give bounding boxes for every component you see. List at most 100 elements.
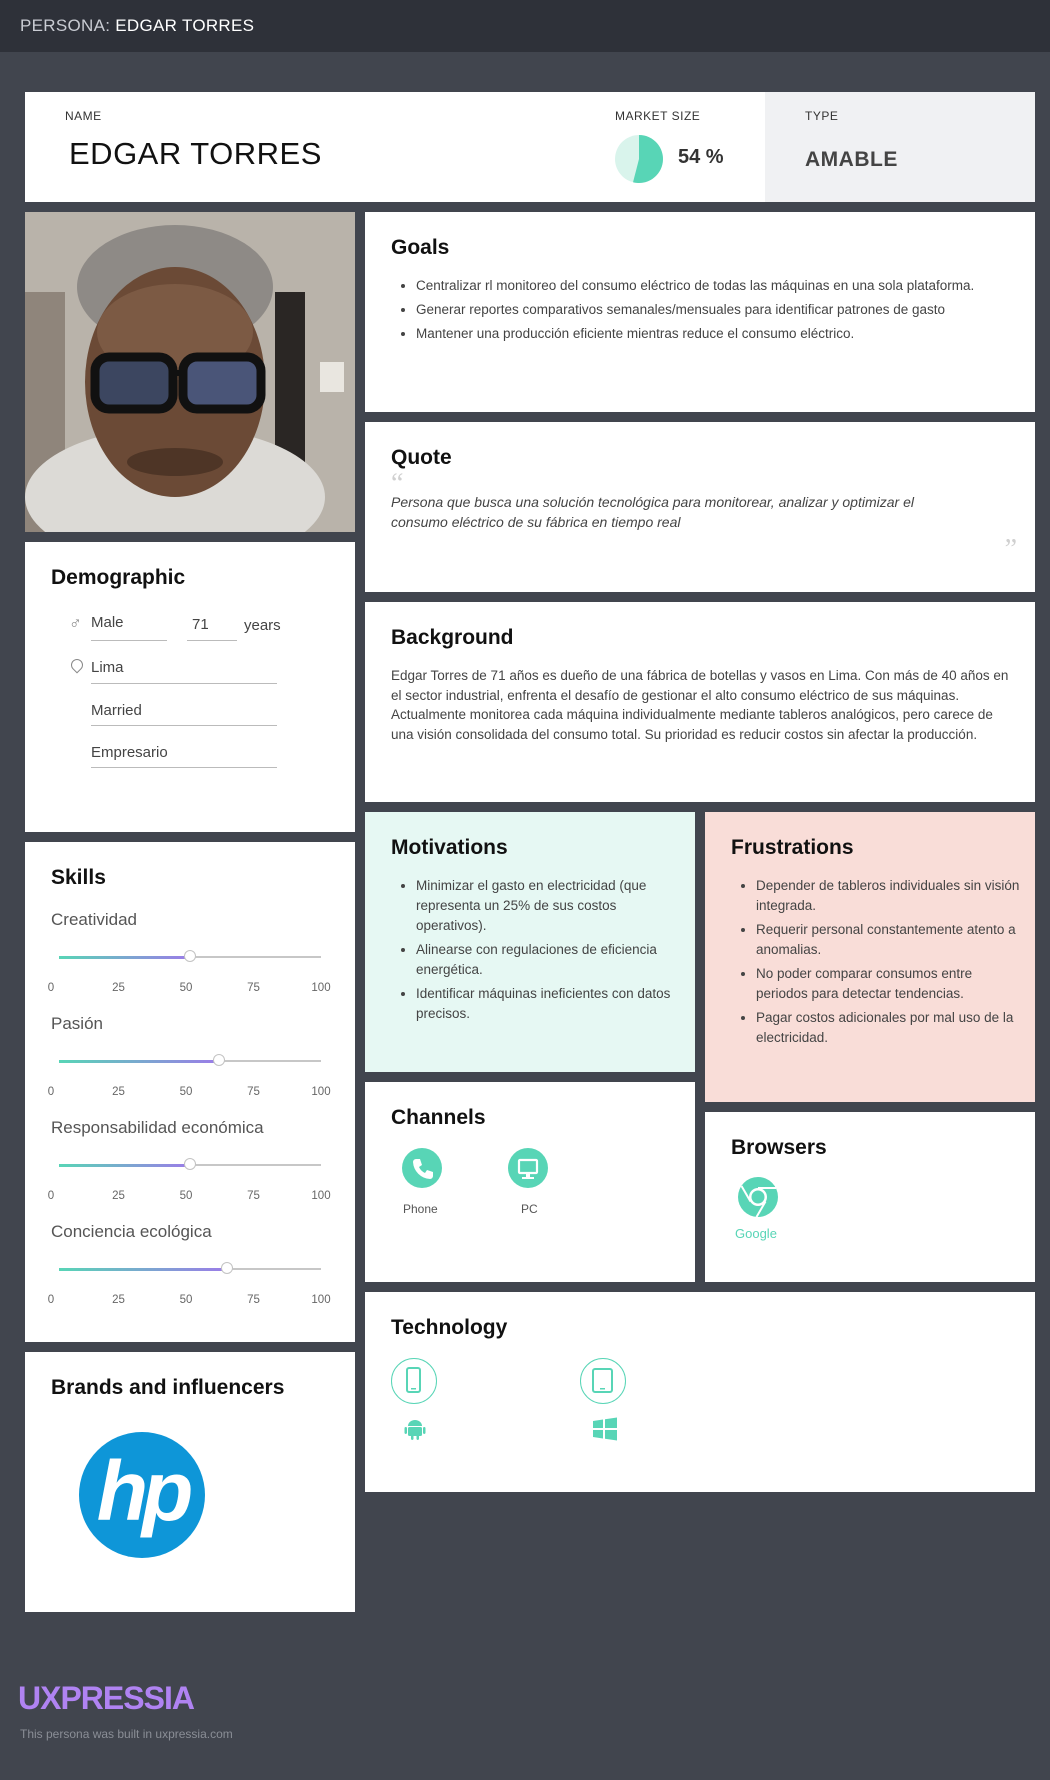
skill-slider-track[interactable] bbox=[59, 1158, 321, 1170]
brands-title: Brands and influencers bbox=[51, 1376, 285, 1399]
type-panel: TYPE AMABLE bbox=[765, 92, 1035, 202]
location-field: Lima bbox=[91, 659, 124, 676]
skill-tick-label: 75 bbox=[247, 1086, 260, 1098]
age-field: 71 bbox=[192, 616, 209, 633]
skill-slider-handle[interactable] bbox=[220, 1262, 233, 1274]
market-size-pie bbox=[615, 135, 663, 183]
background-card: Background Edgar Torres de 71 años es du… bbox=[365, 602, 1035, 802]
type-label: TYPE bbox=[805, 109, 839, 123]
skill-tick-label: 75 bbox=[247, 1294, 260, 1306]
technology-title: Technology bbox=[391, 1316, 508, 1339]
type-value: AMABLE bbox=[805, 148, 898, 171]
skill-label: Creatividad bbox=[51, 910, 137, 929]
background-text: Edgar Torres de 71 años es dueño de una … bbox=[391, 668, 1009, 742]
skill-tick-label: 100 bbox=[311, 1086, 331, 1098]
motivations-list: Minimizar el gasto en electricidad (que … bbox=[391, 876, 686, 1028]
skills-card: Skills Creatividad 0 25 50 75 100 Pasión 0 25 50 7… bbox=[25, 842, 355, 1342]
skill-slider-fill bbox=[59, 956, 190, 959]
technology-card: Technology bbox=[365, 1292, 1035, 1492]
smartphone-glyph bbox=[406, 1367, 421, 1393]
motivations-title: Motivations bbox=[391, 836, 508, 859]
skills-title: Skills bbox=[51, 866, 106, 889]
skill-tick-label: 50 bbox=[179, 982, 193, 994]
skill-label: Pasión bbox=[51, 1014, 103, 1033]
status-underline bbox=[91, 725, 277, 726]
background-title: Background bbox=[391, 626, 514, 649]
demographic-title: Demographic bbox=[51, 566, 186, 589]
goal-item: Mantener una producción eficiente mientr… bbox=[416, 324, 1026, 344]
gender-field: Male bbox=[91, 614, 124, 631]
phone-icon bbox=[402, 1148, 442, 1188]
windows-glyph bbox=[593, 1417, 617, 1441]
skill-slider-handle[interactable] bbox=[184, 1158, 196, 1170]
skill-tick-label: 75 bbox=[247, 1190, 260, 1202]
chrome-icon bbox=[738, 1177, 778, 1218]
frustration-item: Requerir personal constantemente atento … bbox=[756, 920, 1026, 960]
demographic-card: Demographic ♂ Male 71 years Lima Married… bbox=[25, 542, 355, 832]
skill-tick-label: 25 bbox=[112, 1086, 125, 1098]
skill-tick-label: 100 bbox=[311, 1190, 331, 1202]
skill-slider-handle[interactable] bbox=[184, 950, 196, 962]
browser-google-label: Google bbox=[735, 1226, 777, 1241]
frustrations-title: Frustrations bbox=[731, 836, 854, 859]
skill-slider-fill bbox=[59, 1164, 190, 1167]
frustration-item: Pagar costos adicionales por mal uso de … bbox=[756, 1008, 1026, 1048]
skill-slider-fill bbox=[59, 1060, 219, 1063]
skill-tick-label: 100 bbox=[311, 982, 331, 994]
uxpressia-logo: UXPRESSIA bbox=[18, 1680, 195, 1716]
hp-logo: hp bbox=[79, 1432, 205, 1558]
persona-photo bbox=[25, 212, 355, 532]
skill-tick-label: 100 bbox=[311, 1294, 331, 1306]
goals-title: Goals bbox=[391, 236, 450, 259]
skill-slider-track[interactable] bbox=[59, 950, 321, 962]
male-icon: ♂ bbox=[69, 614, 82, 633]
skill-label: Responsabilidad económica bbox=[51, 1118, 264, 1137]
windows-icon bbox=[592, 1417, 618, 1446]
phone-glyph bbox=[413, 1159, 433, 1179]
market-size-label: MARKET SIZE bbox=[615, 109, 701, 123]
skill-tick-label: 25 bbox=[112, 1190, 125, 1202]
skill-tick-label: 50 bbox=[179, 1086, 193, 1098]
quote-title: Quote bbox=[391, 446, 452, 469]
skill-slider-track[interactable] bbox=[59, 1262, 321, 1274]
frustration-item: No poder comparar consumos entre periodo… bbox=[756, 964, 1026, 1004]
occupation-underline bbox=[91, 767, 277, 768]
motivation-item: Identificar máquinas ineficientes con da… bbox=[416, 984, 686, 1024]
channel-pc-label: PC bbox=[521, 1202, 538, 1216]
android-glyph bbox=[404, 1420, 426, 1440]
hp-logo-text: hp bbox=[96, 1444, 194, 1538]
channels-card: Channels Phone PC bbox=[365, 1082, 695, 1282]
status-field: Married bbox=[91, 702, 142, 719]
persona-name: EDGAR TORRES bbox=[69, 136, 322, 171]
frustrations-card: Frustrations Depender de tableros indivi… bbox=[705, 812, 1035, 1102]
skill-tick-label: 50 bbox=[179, 1294, 193, 1306]
skill-slider-handle[interactable] bbox=[212, 1054, 225, 1066]
monitor-glyph bbox=[517, 1158, 539, 1179]
motivation-item: Alinearse con regulaciones de eficiencia… bbox=[416, 940, 686, 980]
skill-tick-label: 25 bbox=[112, 1294, 125, 1306]
goal-item: Centralizar rl monitoreo del consumo elé… bbox=[416, 276, 1026, 296]
goal-item: Generar reportes comparativos semanales/… bbox=[416, 300, 1026, 320]
age-underline bbox=[187, 640, 237, 641]
motivation-item: Minimizar el gasto en electricidad (que … bbox=[416, 876, 686, 936]
market-size-value: 54 % bbox=[678, 146, 724, 168]
skill-tick-label: 0 bbox=[47, 982, 55, 994]
android-icon bbox=[403, 1417, 427, 1446]
name-label: NAME bbox=[65, 109, 102, 123]
frustration-item: Depender de tableros individuales sin vi… bbox=[756, 876, 1026, 916]
skill-tick-label: 50 bbox=[179, 1190, 193, 1202]
tablet-glyph bbox=[592, 1368, 613, 1393]
skill-slider-track[interactable] bbox=[59, 1054, 321, 1066]
goals-list: Centralizar rl monitoreo del consumo elé… bbox=[391, 276, 1026, 348]
skill-tick-label: 25 bbox=[112, 982, 125, 994]
top-bar: PERSONA: EDGAR TORRES bbox=[0, 0, 1050, 52]
frustrations-list: Depender de tableros individuales sin vi… bbox=[731, 876, 1026, 1052]
browsers-title: Browsers bbox=[731, 1136, 827, 1159]
tablet-icon bbox=[580, 1358, 626, 1404]
monitor-icon bbox=[508, 1148, 548, 1188]
skill-tick-label: 0 bbox=[47, 1190, 55, 1202]
occupation-field: Empresario bbox=[91, 744, 168, 761]
smartphone-icon bbox=[391, 1358, 437, 1404]
skill-label: Conciencia ecológica bbox=[51, 1222, 212, 1241]
quote-text: Persona que busca una solución tecnológi… bbox=[391, 494, 914, 530]
